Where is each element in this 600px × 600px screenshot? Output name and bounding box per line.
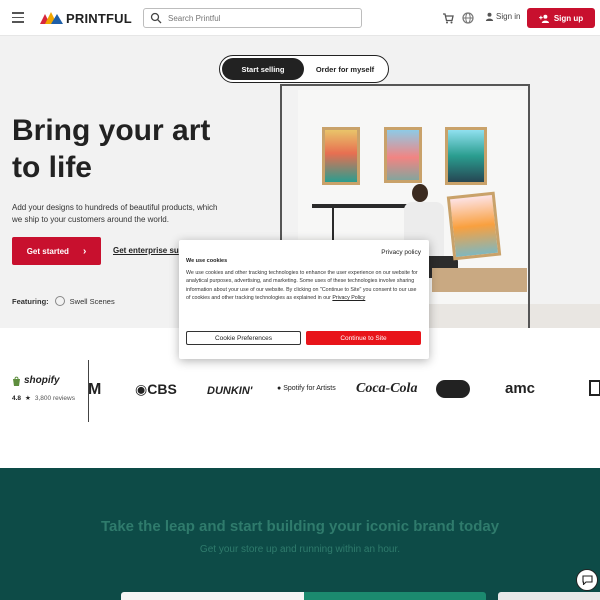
printful-logo[interactable]: PRINTFUL xyxy=(40,10,132,26)
sign-up-label: Sign up xyxy=(553,13,584,23)
search-icon xyxy=(150,12,162,24)
add-user-icon xyxy=(538,14,549,23)
enterprise-link[interactable]: Get enterprise su xyxy=(113,246,179,255)
brand-name: PRINTFUL xyxy=(66,10,132,26)
featuring-artist[interactable]: Swell Scenes xyxy=(70,297,115,306)
audience-toggle[interactable]: Start selling Order for myself xyxy=(219,55,389,83)
framed-poster xyxy=(445,127,487,185)
shopify-rating: 4.8 ★ 3,800 reviews xyxy=(12,394,75,403)
continue-to-site-button[interactable]: Continue to Site xyxy=(306,331,421,345)
globe-icon[interactable] xyxy=(461,11,475,25)
cta-section: Take the leap and start building your ic… xyxy=(0,468,600,600)
backdrop-bar xyxy=(280,84,530,86)
cookie-body: We use cookies and other tracking techno… xyxy=(186,269,420,302)
featuring-label: Featuring: xyxy=(12,296,49,306)
hero-title-line-1: Bring your art xyxy=(12,114,211,147)
cart-icon[interactable] xyxy=(441,11,455,25)
cookie-consent-dialog: Privacy policy We use cookies We use coo… xyxy=(179,240,429,359)
cta-subheading: Get your store up and running within an … xyxy=(199,544,401,555)
rating-reviews: 3,800 reviews xyxy=(34,394,75,402)
tab-order-for-myself[interactable]: Order for myself xyxy=(304,58,386,80)
user-icon xyxy=(485,12,494,21)
star-icon: ★ xyxy=(25,395,31,402)
chevron-right-icon: › xyxy=(82,245,87,257)
tab-start-selling[interactable]: Start selling xyxy=(222,58,304,80)
partner-badge-logo xyxy=(436,380,470,398)
chat-icon xyxy=(581,575,593,585)
shopify-logo: shopify xyxy=(12,375,60,386)
cbs-logo: ◉CBS xyxy=(135,381,177,398)
info-card xyxy=(121,592,304,600)
shopify-bag-icon xyxy=(13,376,20,386)
framed-poster xyxy=(322,127,360,185)
printful-logo-icon xyxy=(40,12,63,24)
chat-button[interactable] xyxy=(576,569,598,591)
cta-heading: Take the leap and start building your ic… xyxy=(100,518,500,535)
framed-poster xyxy=(384,127,422,183)
cookie-body-text: We use cookies and other tracking techno… xyxy=(186,270,418,301)
sign-in-label: Sign in xyxy=(496,12,521,21)
spotify-wordmark: Spotify for Artists xyxy=(283,385,336,392)
search-input[interactable] xyxy=(168,13,348,23)
sign-in-link[interactable]: Sign in xyxy=(485,12,520,21)
hero-subtitle: Add your designs to hundreds of beautifu… xyxy=(12,203,218,224)
cookie-privacy-link[interactable]: Privacy Policy xyxy=(332,295,365,301)
hero-title: Bring your art to life xyxy=(12,112,242,186)
coca-cola-logo: Coca-Cola xyxy=(356,381,418,396)
info-card xyxy=(304,592,486,600)
partner-logo-partial xyxy=(589,380,600,396)
cookie-preferences-button[interactable]: Cookie Preferences xyxy=(186,331,301,345)
get-started-label: Get started xyxy=(26,246,69,256)
amc-logo: amc xyxy=(505,380,536,397)
cbs-wordmark: CBS xyxy=(147,381,177,397)
get-started-button[interactable]: Get started › xyxy=(12,237,101,265)
hero-title-line-2: to life xyxy=(12,151,92,184)
dunkin-logo: DUNKIN' xyxy=(207,385,253,397)
artist-avatar-icon xyxy=(54,296,65,306)
cardboard-box xyxy=(432,268,527,292)
person-head xyxy=(412,184,428,202)
top-nav: PRINTFUL Sign in Sign up xyxy=(0,0,600,36)
sign-up-button[interactable]: Sign up xyxy=(527,8,595,28)
featuring-credit: Featuring: Swell Scenes xyxy=(12,296,115,306)
spotify-logo: ● Spotify for Artists xyxy=(277,385,336,392)
cookie-title: We use cookies xyxy=(186,258,228,264)
framed-poster xyxy=(446,191,502,261)
light-stand xyxy=(528,84,530,328)
menu-icon[interactable] xyxy=(12,12,24,23)
rating-value: 4.8 xyxy=(12,394,22,402)
info-card xyxy=(498,592,600,600)
spotify-icon: ● xyxy=(277,385,282,392)
shopify-wordmark: shopify xyxy=(24,375,60,386)
mtv-logo: M xyxy=(88,381,102,398)
cbs-eye-icon: ◉ xyxy=(135,381,148,397)
search-bar[interactable] xyxy=(143,8,362,28)
privacy-policy-link[interactable]: Privacy policy xyxy=(381,249,421,256)
